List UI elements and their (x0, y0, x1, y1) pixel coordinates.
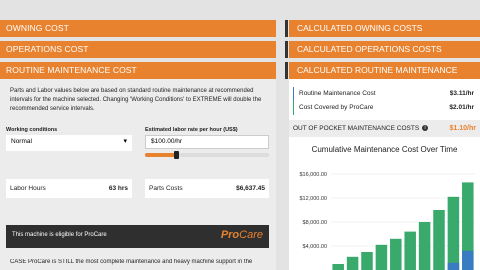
chart-bar-total (447, 196, 460, 270)
y-tick-label: $12,000.00 (299, 196, 327, 202)
info-icon[interactable]: i (422, 125, 428, 131)
labor-rate-value: $100.00/hr (151, 138, 183, 145)
parts-costs-box: Parts Costs $6,637.45 (145, 179, 269, 198)
working-conditions-select[interactable]: Normal ▾ (6, 135, 132, 151)
covered-cost-label: Cost Covered by ProCare (299, 104, 374, 111)
covered-cost-value: $2.01/hr (449, 104, 474, 111)
chart-bar-total (375, 244, 388, 270)
chart-title: Cumulative Maintenance Cost Over Time (311, 145, 458, 154)
labor-rate-label: Estimated labor rate per hour (US$) (145, 127, 238, 133)
owning-cost-header[interactable]: OWNING COST (0, 20, 276, 37)
labor-hours-label: Labor Hours (10, 185, 46, 192)
labor-rate-slider[interactable] (145, 151, 269, 159)
routine-maintenance-panel: Parts and Labor values below are based o… (0, 79, 276, 270)
chart-bar-total (404, 231, 416, 270)
routine-cost-value: $3.11/hr (449, 90, 474, 97)
oop-cost-label: OUT OF POCKET MAINTENANCE COSTS (293, 125, 420, 132)
y-tick-label: $4,000.00 (303, 244, 327, 250)
procare-footer-text: CASE ProCare is STILL the most complete … (10, 259, 253, 265)
parts-costs-label: Parts Costs (149, 185, 183, 192)
routine-cost-row: Routine Maintenance Cost $3.11/hr (293, 87, 474, 101)
oop-cost-row: OUT OF POCKET MAINTENANCE COSTS i $1.10/… (289, 120, 480, 137)
chart-bar-total (346, 256, 359, 270)
oop-cost-value: $1.10/hr (449, 125, 476, 132)
maintenance-description: Parts and Labor values below are based o… (10, 88, 262, 112)
chevron-down-icon: ▾ (123, 138, 127, 145)
calculated-routine-panel: Routine Maintenance Cost $3.11/hr Cost C… (289, 79, 480, 270)
working-conditions-value: Normal (11, 138, 32, 145)
chart-bar-procare (462, 250, 474, 270)
chart-bar-procare (447, 262, 460, 270)
routine-maintenance-header[interactable]: ROUTINE MAINTENANCE COST (0, 62, 276, 79)
procare-banner-text: This machine is eligible for ProCare (12, 232, 107, 238)
parts-costs-value: $6,637.45 (236, 185, 265, 192)
y-tick-label: $16,000.00 (299, 172, 327, 178)
chart-bar-total (418, 222, 431, 270)
calculated-routine-header[interactable]: CALCULATED ROUTINE MAINTENANCE COSTS (285, 62, 480, 92)
labor-rate-slider-fill (145, 153, 176, 157)
calculated-operations-header[interactable]: CALCULATED OPERATIONS COSTS (285, 41, 480, 58)
chart-bar-total (433, 210, 445, 270)
calculated-owning-header[interactable]: CALCULATED OWNING COSTS (285, 20, 480, 37)
chart-bar-total (361, 252, 373, 270)
operations-cost-header[interactable]: OPERATIONS COST (0, 41, 276, 58)
routine-cost-label: Routine Maintenance Cost (299, 90, 376, 97)
procare-logo: ProCare (220, 229, 263, 241)
working-conditions-label: Working conditions (6, 127, 58, 133)
covered-cost-row: Cost Covered by ProCare $2.01/hr (293, 101, 474, 115)
labor-hours-value: 63 hrs (108, 185, 128, 192)
labor-hours-box: Labor Hours 63 hrs (6, 179, 132, 198)
cumulative-cost-chart: $16,000.00 $12,000.00 $8,000.00 $4,000.00 (299, 172, 475, 270)
procare-banner: This machine is eligible for ProCare Pro… (6, 225, 269, 248)
y-tick-label: $8,000.00 (303, 220, 327, 226)
chart-bar-total (332, 264, 344, 270)
chart-bar-total (390, 238, 402, 270)
slider-handle[interactable] (173, 151, 179, 159)
labor-rate-input[interactable]: $100.00/hr (145, 135, 269, 149)
